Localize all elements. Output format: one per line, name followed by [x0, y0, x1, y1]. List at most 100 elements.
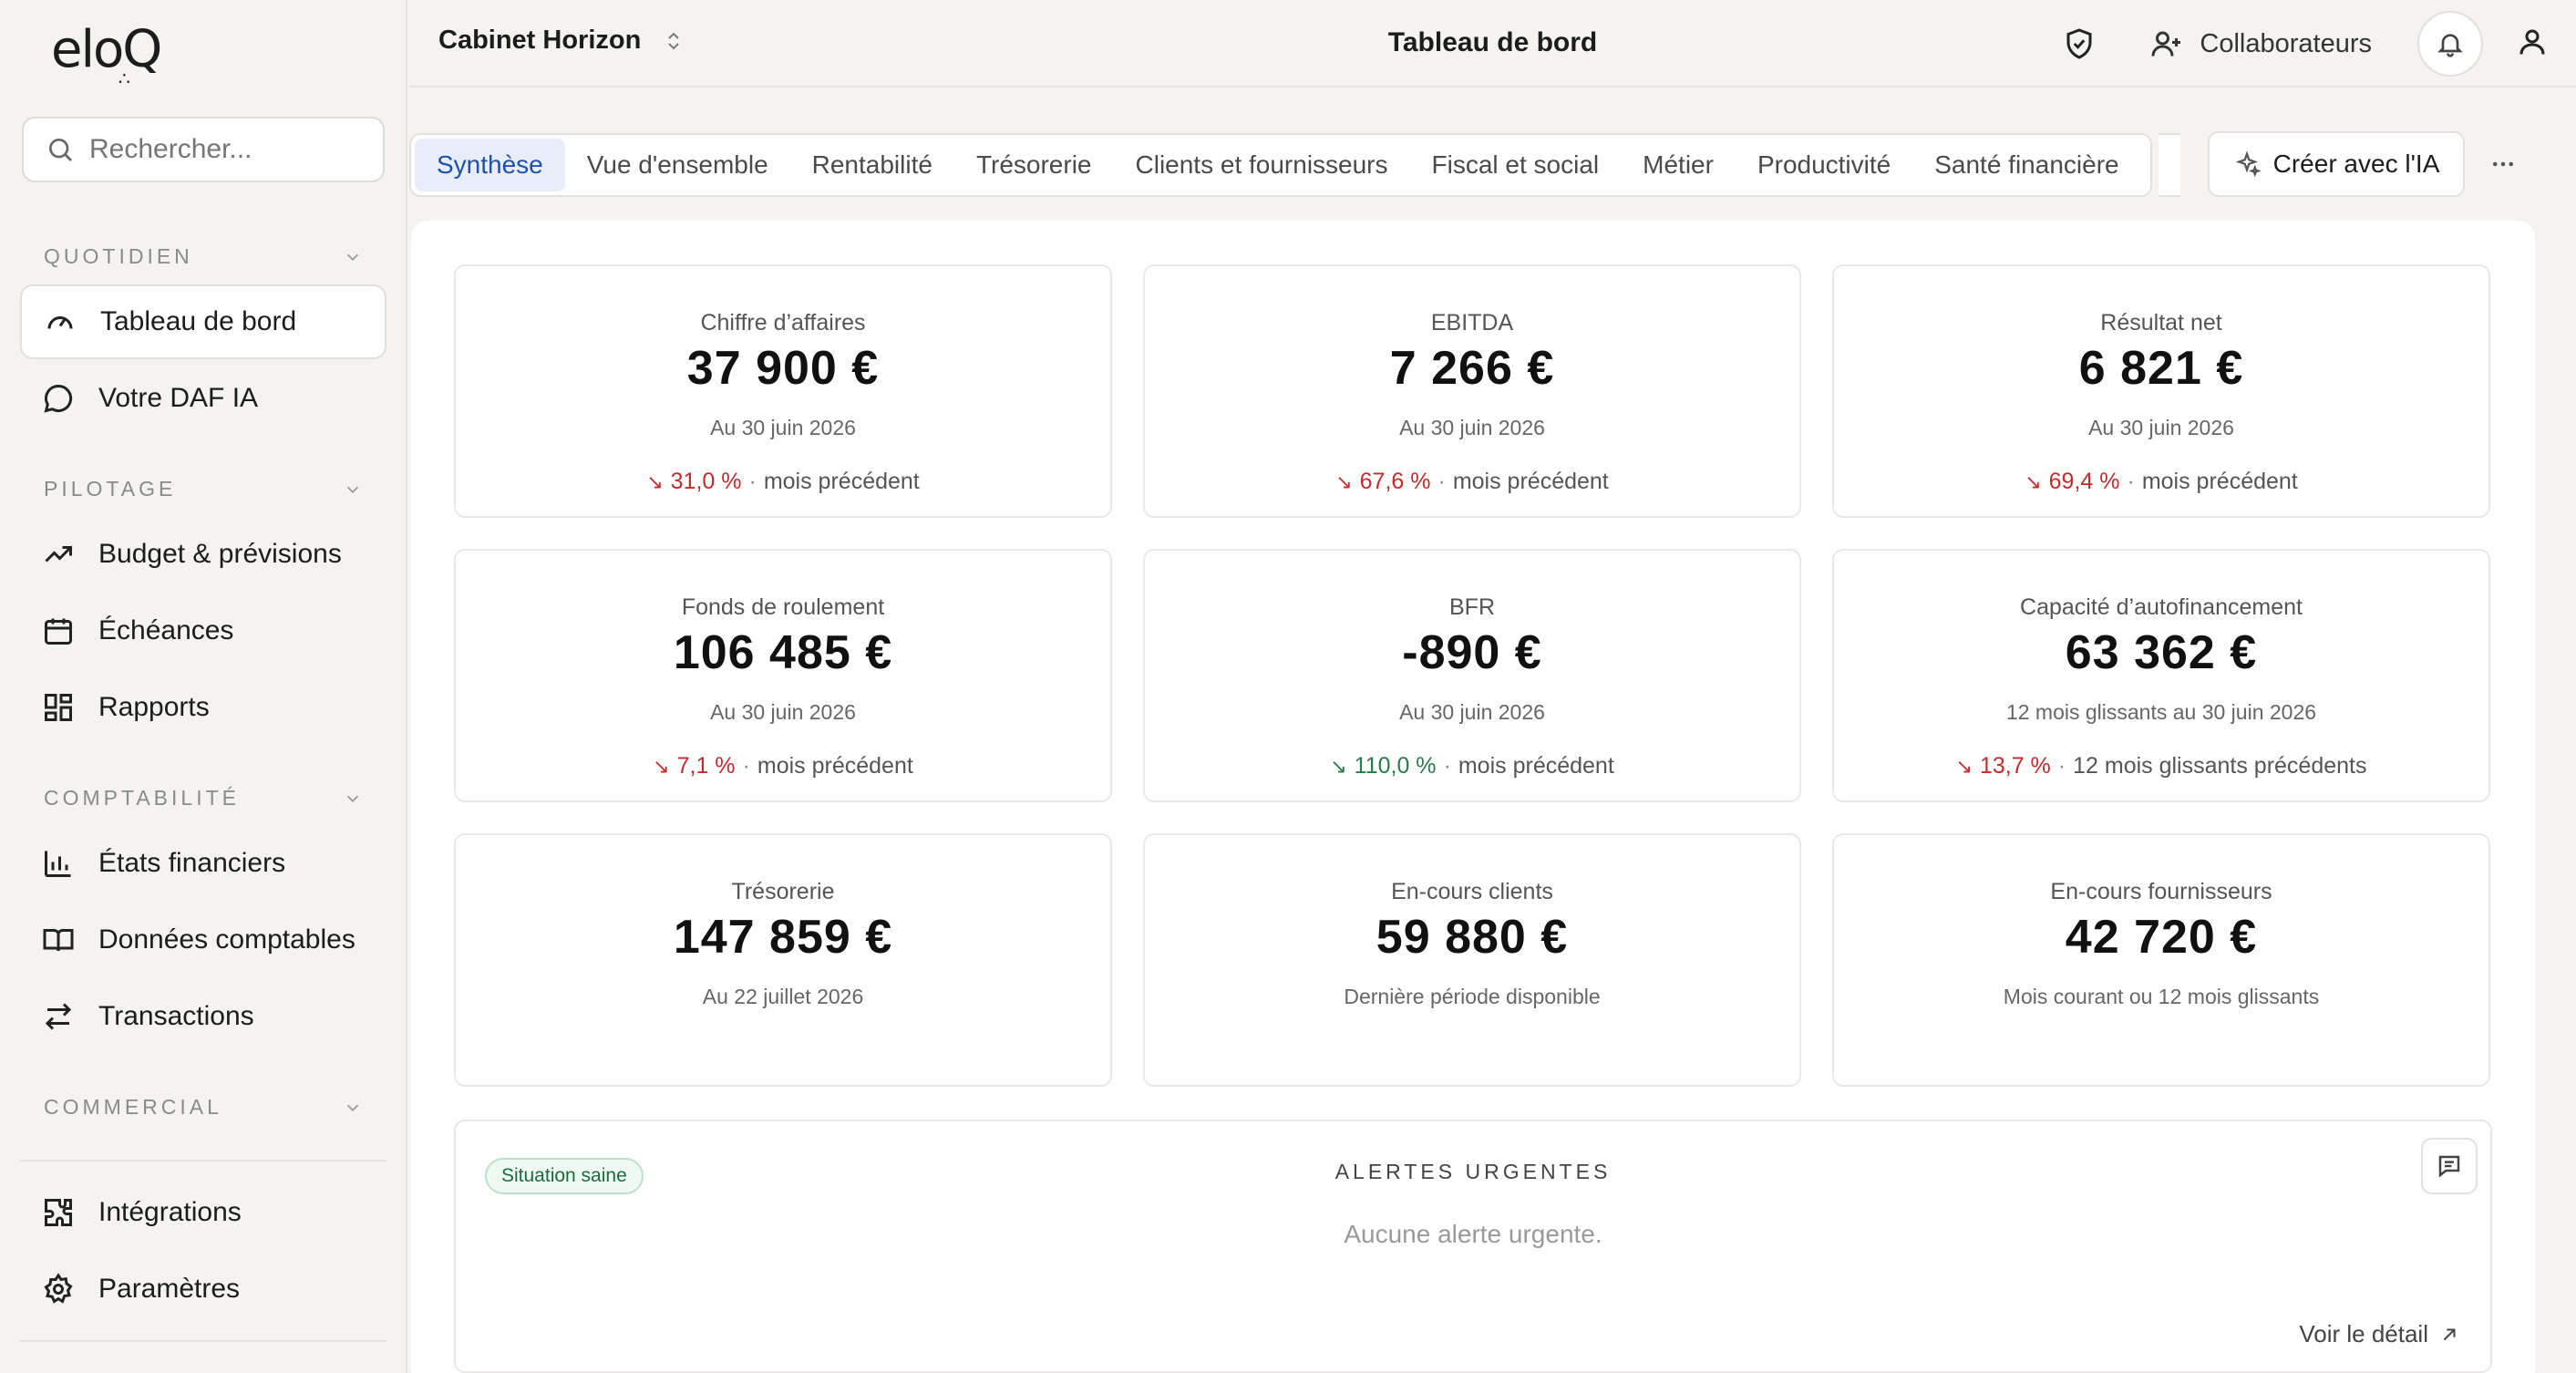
search-box[interactable] [22, 117, 385, 182]
sidebar-item-parametres[interactable]: Paramètres [20, 1252, 386, 1327]
section-label: COMPTABILITÉ [44, 786, 240, 810]
alerts-empty-message: Aucune alerte urgente. [1344, 1220, 1602, 1248]
org-switcher[interactable]: Cabinet Horizon [438, 26, 685, 56]
arrow-down-right-icon: ↘ [646, 470, 664, 493]
top-bar: Cabinet Horizon Tableau de bord Collabor… [409, 0, 2576, 88]
tab-tresorerie[interactable]: Trésorerie [954, 139, 1114, 191]
kpi-label: Trésorerie [731, 879, 835, 904]
sidebar-item-transactions[interactable]: Transactions [20, 979, 386, 1054]
tab-clients-fournisseurs[interactable]: Clients et fournisseurs [1114, 139, 1410, 191]
kpi-card-resultat-net[interactable]: Résultat net 6 821 € Au 30 juin 2026 ↘ 69… [1832, 264, 2490, 518]
kpi-card-fonds-roulement[interactable]: Fonds de roulement 106 485 € Au 30 juin … [454, 549, 1112, 802]
kpi-value: 37 900 € [686, 342, 880, 395]
separator-dot: · [742, 753, 750, 779]
section-label: PILOTAGE [44, 477, 177, 501]
sidebar: eloQ∴ QUOTIDIEN Tableau de bord Votre DA… [0, 0, 407, 1373]
kpi-subtitle: Au 30 juin 2026 [1399, 700, 1545, 724]
kpi-label: EBITDA [1430, 310, 1514, 336]
tab-synthese[interactable]: Synthèse [415, 139, 565, 191]
tab-productivite[interactable]: Productivité [1736, 139, 1912, 191]
user-icon [2519, 29, 2545, 55]
kpi-delta-compare: mois précédent [1452, 469, 1609, 494]
trend-up-icon [45, 546, 72, 563]
notifications-button[interactable] [2417, 11, 2483, 77]
sidebar-item-budget[interactable]: Budget & prévisions [20, 517, 386, 592]
search-input[interactable] [89, 134, 363, 165]
tab-sante-financiere[interactable]: Santé financière [1912, 139, 2140, 191]
kpi-subtitle: Au 22 juillet 2026 [702, 985, 864, 1008]
kpi-value: 42 720 € [2065, 911, 2258, 964]
alerts-title: ALERTES URGENTES [1334, 1160, 1612, 1183]
bar-chart-icon [45, 851, 71, 877]
kpi-delta: ↘ 7,1 % · mois précédent [456, 753, 1110, 779]
view-detail-link[interactable]: Voir le détail [2299, 1320, 2459, 1348]
section-commercial[interactable]: COMMERCIAL [44, 1095, 363, 1120]
section-pilotage[interactable]: PILOTAGE [44, 477, 363, 501]
kpi-subtitle: Au 30 juin 2026 [710, 700, 856, 724]
kpi-delta-compare: 12 mois glissants précédents [2073, 753, 2367, 779]
section-quotidien[interactable]: QUOTIDIEN [44, 244, 363, 269]
arrow-down-right-icon: ↘ [1335, 470, 1353, 493]
sidebar-item-label: Rapports [98, 692, 210, 722]
arrow-down-right-icon: ↘ [1330, 754, 1347, 778]
tab-rentabilite[interactable]: Rentabilité [790, 139, 954, 191]
kpi-subtitle: 12 mois glissants au 30 juin 2026 [2005, 700, 2317, 724]
bell-icon [2437, 34, 2463, 57]
kpi-label: En-cours clients [1391, 879, 1553, 904]
kpi-card-chiffre-affaires[interactable]: Chiffre d’affaires 37 900 € Au 30 juin 2… [454, 264, 1112, 518]
sidebar-item-integrations[interactable]: Intégrations [20, 1175, 386, 1250]
kpi-card-tresorerie[interactable]: Trésorerie 147 859 € Au 22 juillet 2026 [454, 833, 1112, 1087]
section-comptabilite[interactable]: COMPTABILITÉ [44, 786, 363, 810]
search-icon [49, 139, 72, 161]
org-name: Cabinet Horizon [438, 26, 642, 55]
view-detail-label: Voir le détail [2299, 1320, 2428, 1347]
kpi-delta-compare: mois précédent [757, 753, 913, 779]
kpi-value: 106 485 € [673, 626, 893, 679]
kpi-card-encours-fournisseurs[interactable]: En-cours fournisseurs 42 720 € Mois cour… [1832, 833, 2490, 1087]
brand-logo[interactable]: eloQ ∴ [51, 20, 162, 89]
kpi-delta-value: 110,0 % [1354, 753, 1437, 779]
kpi-label: Fonds de roulement [681, 594, 885, 620]
sidebar-item-donnees[interactable]: Données comptables [20, 903, 386, 977]
sidebar-item-label: Budget & prévisions [98, 539, 342, 569]
collaborators-label: Collaborateurs [2200, 28, 2372, 58]
separator-dot: · [748, 469, 757, 494]
sidebar-item-echeances[interactable]: Échéances [20, 594, 386, 668]
sidebar-item-label: Transactions [98, 1001, 254, 1031]
shield-check-icon[interactable] [2063, 27, 2096, 60]
sidebar-item-dashboard[interactable]: Tableau de bord [20, 284, 386, 359]
separator-dot: · [1437, 469, 1446, 494]
kpi-delta-value: 67,6 % [1359, 469, 1431, 494]
collaborators-button[interactable]: Collaborateurs [2150, 27, 2372, 60]
tab-metier[interactable]: Métier [1621, 139, 1736, 191]
message-square-icon [2438, 1155, 2460, 1178]
comment-button[interactable] [2421, 1138, 2478, 1194]
chevron-down-icon [346, 486, 359, 493]
user-plus-icon [2151, 31, 2181, 57]
user-menu-button[interactable] [2516, 26, 2549, 63]
logo-dots: ∴ [118, 67, 132, 89]
separator-dot: · [2057, 753, 2066, 779]
arrow-down-right-icon: ↘ [2025, 470, 2042, 493]
create-with-ai-button[interactable]: Créer avec l'IA [2208, 131, 2465, 197]
kpi-delta-value: 13,7 % [1979, 753, 2051, 779]
tab-fiscal-social[interactable]: Fiscal et social [1410, 139, 1622, 191]
kpi-card-ebitda[interactable]: EBITDA 7 266 € Au 30 juin 2026 ↘ 67,6 % · m… [1143, 264, 1801, 518]
sidebar-item-rapports[interactable]: Rapports [20, 670, 386, 745]
dashboard-grid-icon [45, 694, 72, 721]
kpi-card-capacite-autofinancement[interactable]: Capacité d’autofinancement 63 362 € 12 m… [1832, 549, 2490, 802]
separator-dot: · [1443, 753, 1451, 779]
kpi-card-bfr[interactable]: BFR -890 € Au 30 juin 2026 ↘ 110,0 % · mois… [1143, 549, 1801, 802]
kpi-label: Capacité d’autofinancement [2020, 594, 2303, 620]
kpi-delta: ↘ 110,0 % · mois précédent [1145, 753, 1799, 779]
kpi-delta: ↘ 13,7 % · 12 mois glissants précédents [1834, 753, 2488, 779]
sidebar-item-daf[interactable]: Votre DAF IA [20, 361, 386, 436]
more-options-button[interactable] [2485, 146, 2521, 182]
sidebar-item-etats[interactable]: États financiers [20, 826, 386, 901]
kpi-delta: ↘ 31,0 % · mois précédent [456, 469, 1110, 495]
puzzle-icon [45, 1199, 72, 1226]
kpi-label: En-cours fournisseurs [2050, 879, 2272, 904]
tab-vue-ensemble[interactable]: Vue d'ensemble [565, 139, 790, 191]
kpi-card-encours-clients[interactable]: En-cours clients 59 880 € Dernière pério… [1143, 833, 1801, 1087]
kpi-subtitle: Au 30 juin 2026 [1399, 416, 1545, 439]
